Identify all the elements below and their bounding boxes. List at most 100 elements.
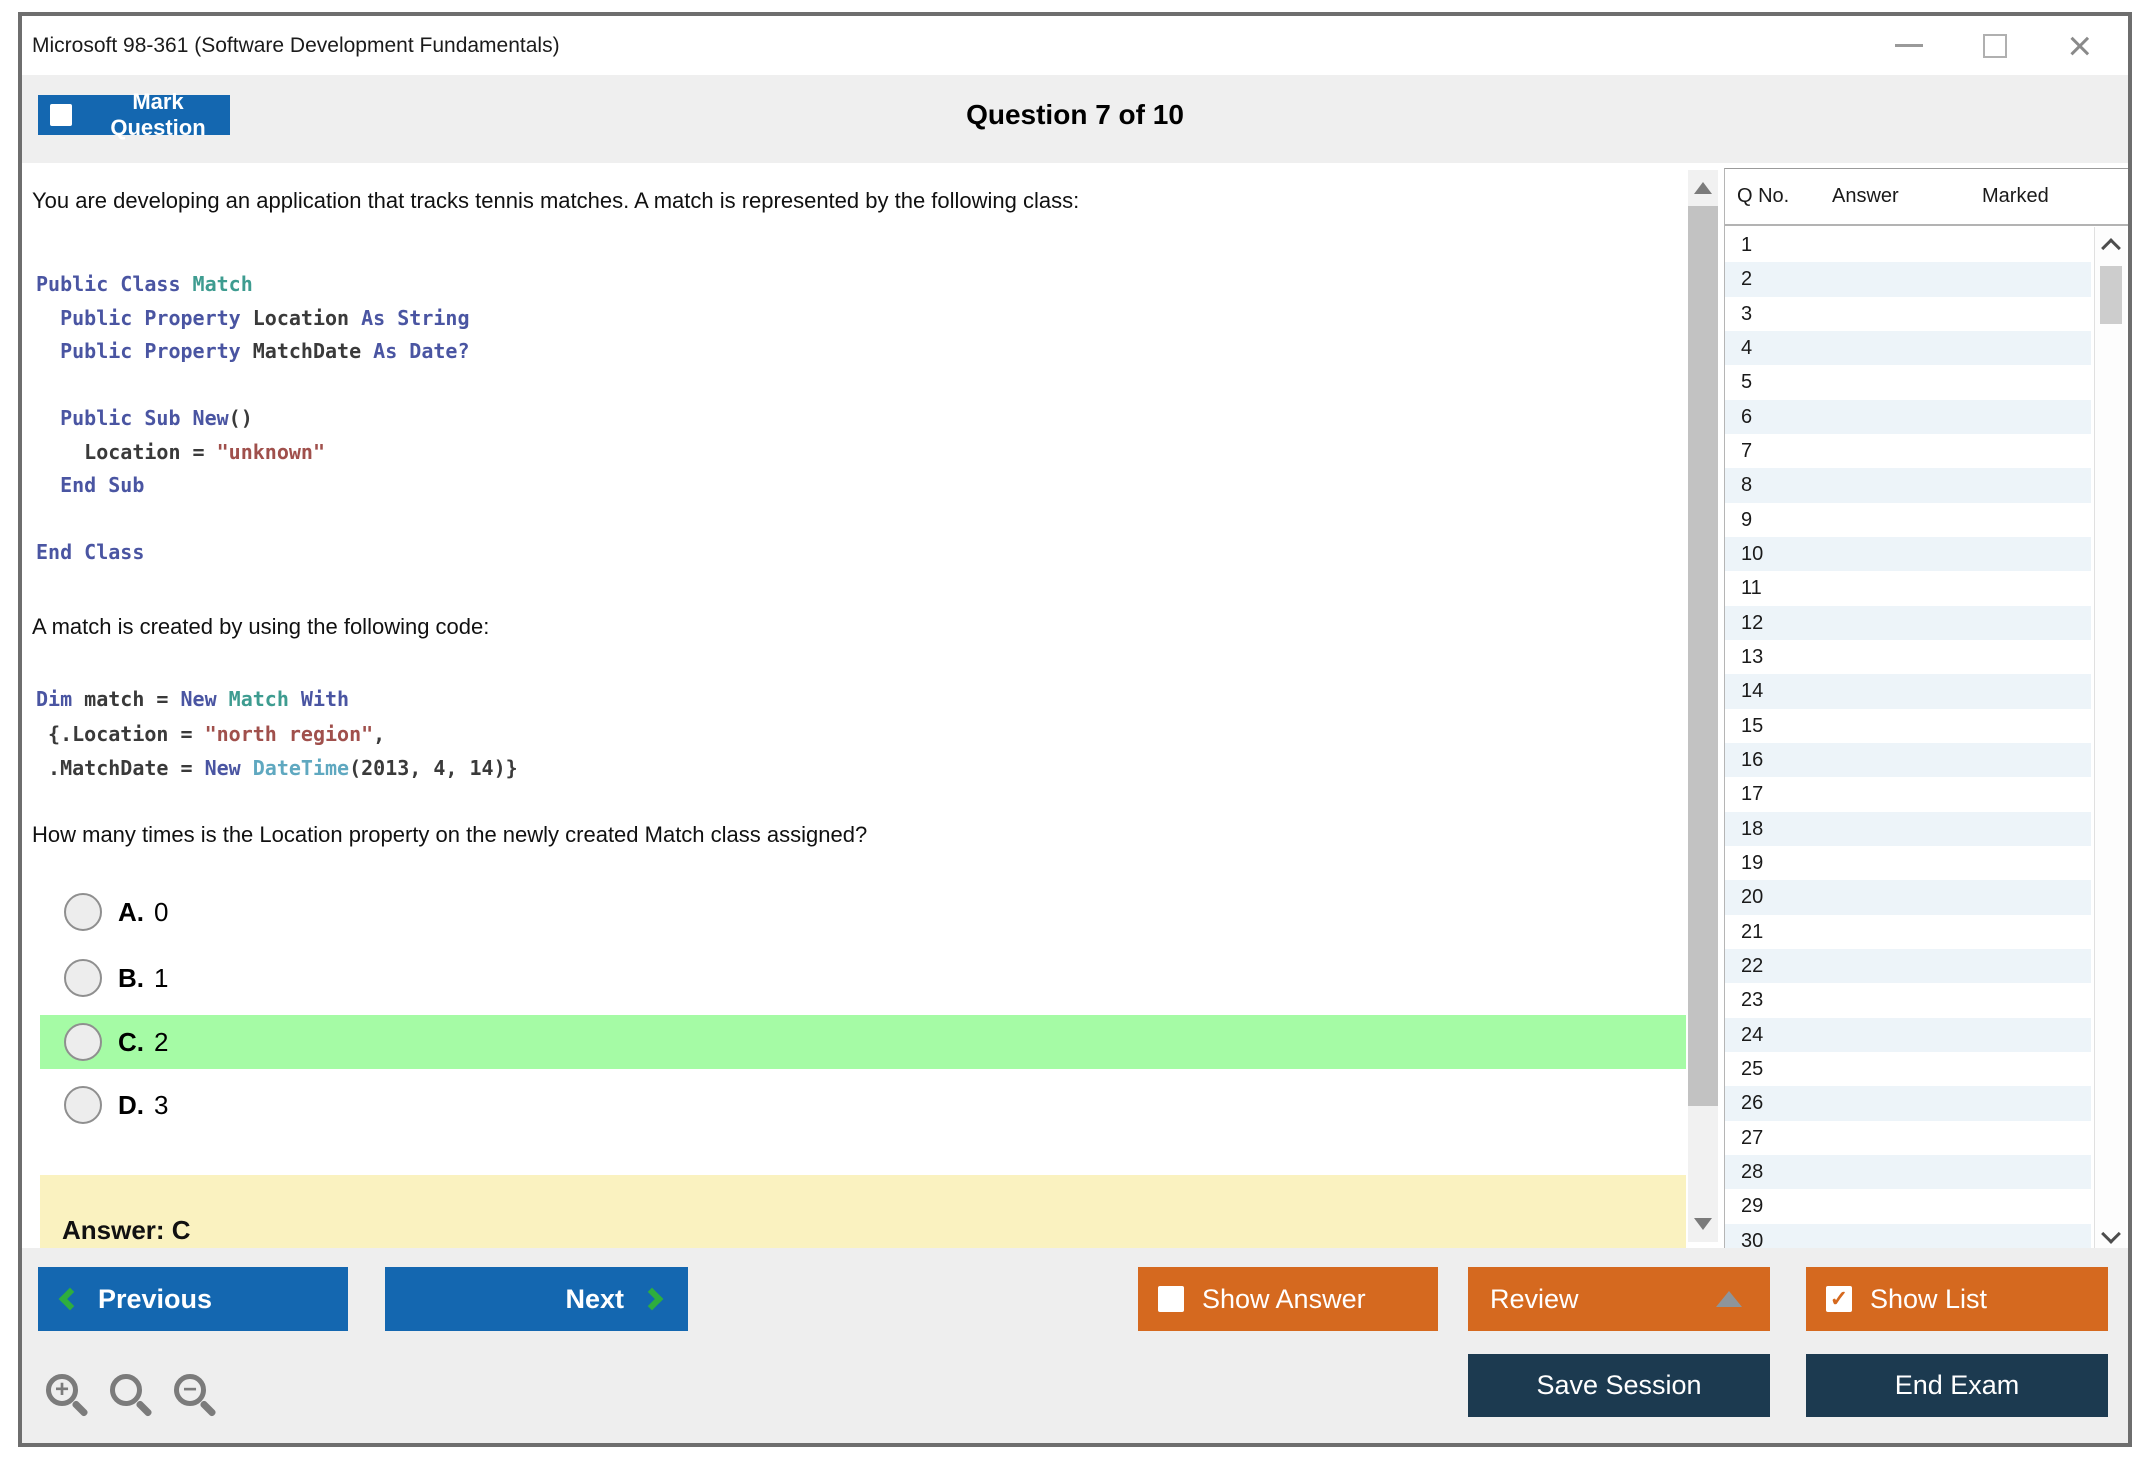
question-list-row[interactable]: 8 [1725,468,2091,502]
option-letter: C. [118,1027,144,1058]
list-scrollbar[interactable] [2094,227,2126,1255]
question-list-header: Q No. Answer Marked [1725,169,2128,226]
previous-label: Previous [98,1284,212,1315]
option-row-a[interactable]: A.0 [40,890,1686,934]
option-row-b[interactable]: B. 1 [40,956,1686,1000]
zoom-icon[interactable] [110,1374,156,1420]
option-radio[interactable] [64,893,102,931]
question-list-row[interactable]: 17 [1725,777,2091,811]
question-list-row[interactable]: 27 [1725,1121,2091,1155]
review-label: Review [1490,1284,1579,1315]
question-list-row[interactable]: 10 [1725,537,2091,571]
option-value: 1 [154,963,168,994]
question-list-row[interactable]: 26 [1725,1086,2091,1120]
question-list-row[interactable]: 12 [1725,606,2091,640]
chevron-right-icon [641,1288,664,1311]
question-list-row[interactable]: 24 [1725,1018,2091,1052]
question-list-row[interactable]: 22 [1725,949,2091,983]
option-radio[interactable] [64,1086,102,1124]
question-list-row[interactable]: 25 [1725,1052,2091,1086]
question-list-panel: Q No. Answer Marked 12345678910111213141… [1724,168,2128,1255]
previous-button[interactable]: Previous [38,1267,348,1331]
show-list-checkbox[interactable]: ✓ [1826,1286,1852,1312]
zoom-in-icon[interactable]: + [46,1374,92,1420]
triangle-up-icon [1716,1291,1742,1307]
question-middle-text: A match is created by using the followin… [32,614,489,640]
answer-box: Answer: C [40,1175,1686,1248]
question-list-row[interactable]: 9 [1725,503,2091,537]
main-scrollbar[interactable] [1688,170,1718,1242]
list-scroll-up-icon[interactable] [2101,238,2121,258]
code-line: Location = "unknown" [36,436,470,470]
zoom-controls: + − [46,1374,220,1420]
minimize-icon[interactable] [1895,44,1923,47]
option-row-d[interactable]: D. 3 [40,1083,1686,1127]
option-radio[interactable] [64,959,102,997]
code-line: End Sub [36,469,470,503]
question-counter: Question 7 of 10 [22,99,2128,131]
end-exam-button[interactable]: End Exam [1806,1354,2108,1417]
chevron-left-icon [59,1288,82,1311]
main-scrollbar-thumb[interactable] [1688,206,1718,1106]
app-window: Microsoft 98-361 (Software Development F… [18,12,2132,1447]
option-value: 0 [154,897,168,928]
option-letter: D. [118,1090,144,1121]
code-line: .MatchDate = New DateTime(2013, 4, 14)} [36,751,518,786]
question-list-row[interactable]: 4 [1725,331,2091,365]
question-list-row[interactable]: 14 [1725,674,2091,708]
close-icon[interactable]: × [2067,34,2092,58]
save-session-button[interactable]: Save Session [1468,1354,1770,1417]
end-exam-label: End Exam [1895,1370,2020,1401]
scroll-down-icon[interactable] [1694,1218,1712,1230]
next-button[interactable]: Next [385,1267,688,1331]
show-list-button[interactable]: ✓ Show List [1806,1267,2108,1331]
question-list-row[interactable]: 28 [1725,1155,2091,1189]
question-list-row[interactable]: 23 [1725,983,2091,1017]
show-answer-checkbox[interactable] [1158,1286,1184,1312]
check-icon: ✓ [1830,1288,1848,1310]
question-list-row[interactable]: 7 [1725,434,2091,468]
question-list-row[interactable]: 5 [1725,365,2091,399]
list-scroll-down-icon[interactable] [2101,1224,2121,1244]
next-label: Next [565,1284,624,1315]
question-list-row[interactable]: 15 [1725,709,2091,743]
question-list-row[interactable]: 18 [1725,812,2091,846]
bottom-bar: Previous Next Show Answer Review ✓ Show … [22,1248,2128,1443]
question-list-row[interactable]: 19 [1725,846,2091,880]
show-answer-label: Show Answer [1202,1284,1366,1315]
question-list-row[interactable]: 21 [1725,915,2091,949]
code-line: {.Location = "north region", [36,717,518,752]
maximize-icon[interactable] [1983,34,2007,58]
question-list-row[interactable]: 2 [1725,262,2091,296]
column-qno: Q No. [1725,185,1832,208]
question-list-row[interactable]: 16 [1725,743,2091,777]
window-controls: × [1895,16,2092,75]
option-letter: B. [118,963,144,994]
question-list-row[interactable]: 6 [1725,400,2091,434]
option-row-c[interactable]: C.2 [40,1015,1686,1069]
option-radio[interactable] [64,1023,102,1061]
header-band: Mark Question Question 7 of 10 [22,75,2128,163]
column-marked: Marked [1982,185,2049,208]
code-line: Public Sub New() [36,402,470,436]
show-list-label: Show List [1870,1284,1987,1315]
question-list-row[interactable]: 29 [1725,1189,2091,1223]
code-line [36,503,470,537]
zoom-out-icon[interactable]: − [174,1374,220,1420]
save-session-label: Save Session [1536,1370,1701,1401]
title-bar: Microsoft 98-361 (Software Development F… [22,16,2128,75]
question-list-row[interactable]: 13 [1725,640,2091,674]
code-line: Public Property MatchDate As Date? [36,335,470,369]
review-button[interactable]: Review [1468,1267,1770,1331]
list-scrollbar-thumb[interactable] [2100,266,2122,324]
code-block-class: Public Class Match Public Property Locat… [36,268,470,570]
question-list-row[interactable]: 3 [1725,297,2091,331]
window-title: Microsoft 98-361 (Software Development F… [32,16,560,75]
show-answer-button[interactable]: Show Answer [1138,1267,1438,1331]
code-line [36,369,470,403]
scroll-up-icon[interactable] [1694,182,1712,194]
option-value: 3 [154,1090,168,1121]
question-list-row[interactable]: 20 [1725,880,2091,914]
question-list-row[interactable]: 11 [1725,571,2091,605]
question-list-row[interactable]: 1 [1725,228,2091,262]
